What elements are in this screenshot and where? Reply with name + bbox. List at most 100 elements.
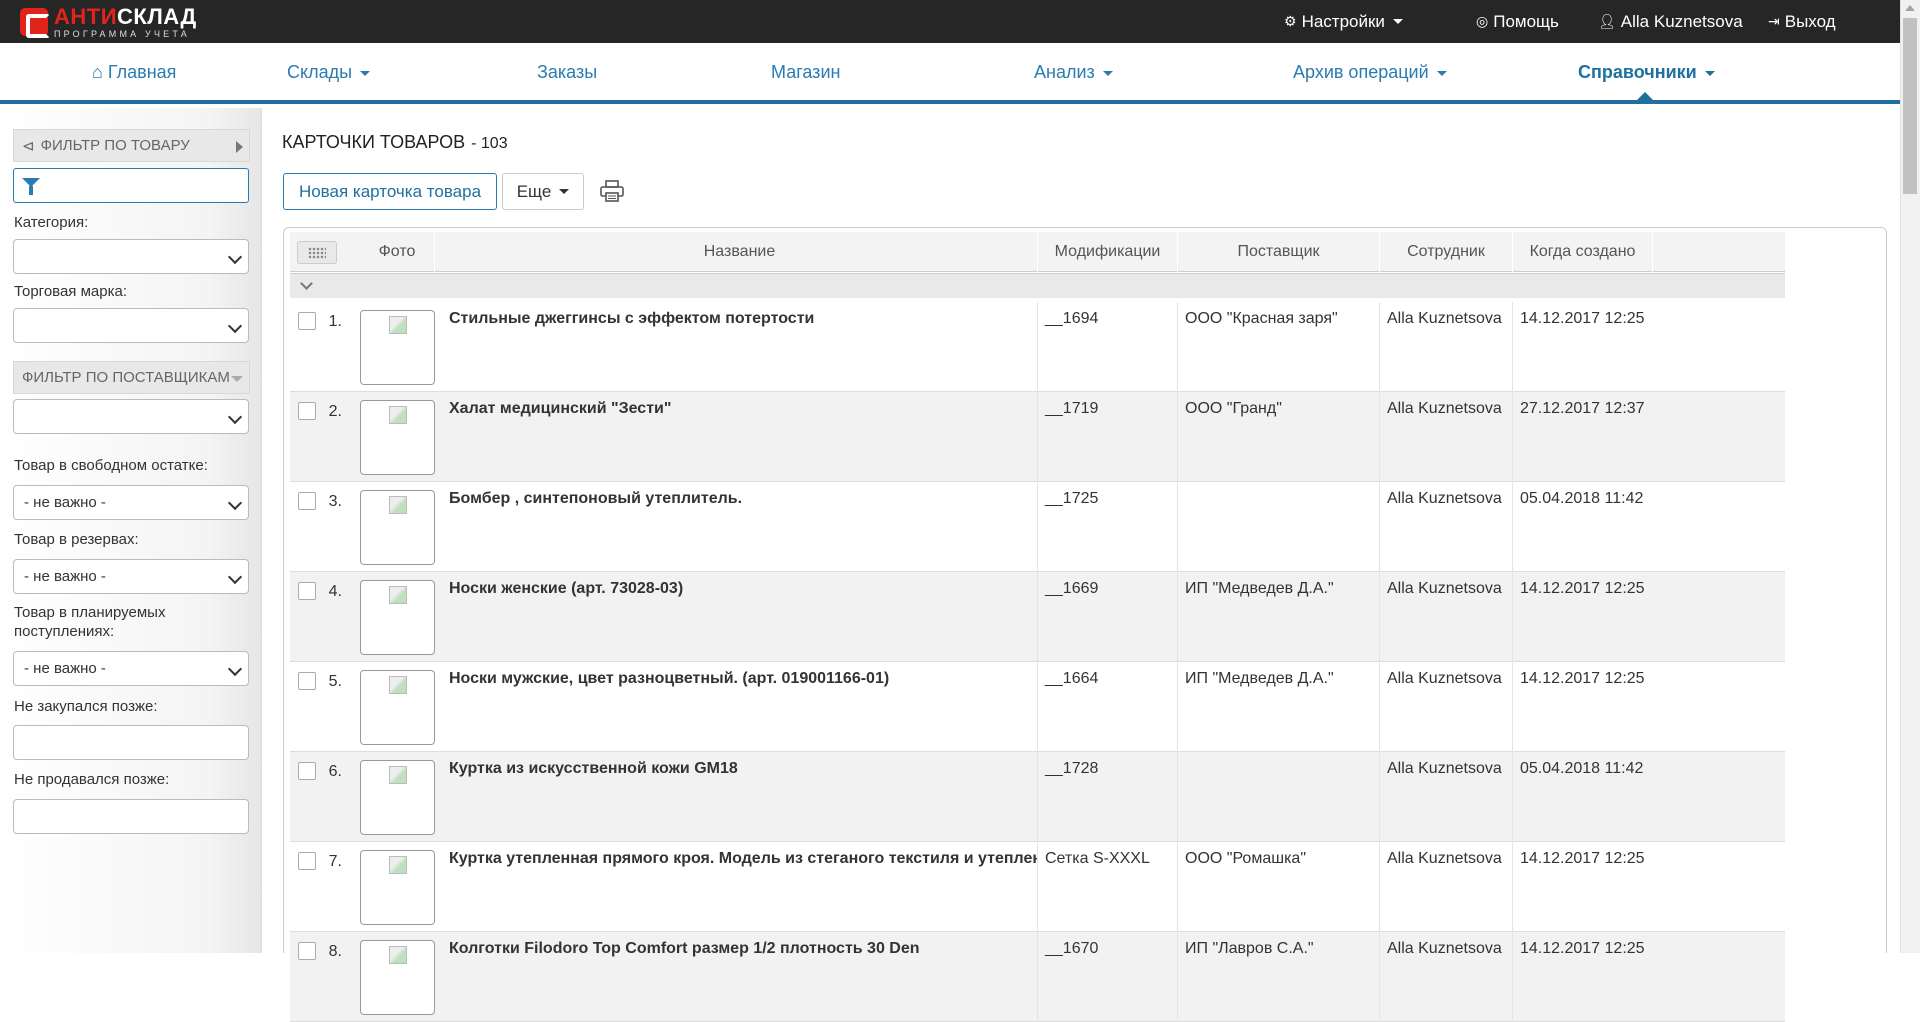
product-modifications: __1725 [1038, 482, 1178, 572]
row-checkbox[interactable] [298, 582, 316, 600]
not-sold-label: Не продавался позже: [14, 771, 170, 788]
row-checkbox[interactable] [298, 852, 316, 870]
nav-shop[interactable]: Магазин [771, 62, 840, 83]
nav-references[interactable]: Справочники [1578, 62, 1715, 83]
nav-home[interactable]: ⌂ Главная [92, 62, 176, 83]
free-stock-label: Товар в свободном остатке: [14, 457, 208, 474]
product-modifications: __1694 [1038, 302, 1178, 392]
column-employee[interactable]: Сотрудник [1380, 232, 1513, 272]
caret-down-icon [360, 70, 371, 76]
product-name[interactable]: Колготки Filodoro Top Comfort размер 1/2… [442, 932, 1038, 1022]
table-row[interactable]: 5. Носки мужские, цвет разноцветный. (арт… [290, 662, 1785, 752]
print-icon[interactable] [600, 180, 624, 202]
brand-logo[interactable]: АНТИСКЛАД ПРОГРАММА УЧЕТА [20, 3, 197, 38]
product-filter-header[interactable]: ⊲ ФИЛЬТР ПО ТОВАРУ [13, 129, 250, 162]
scrollbar-thumb[interactable] [1903, 18, 1917, 194]
product-supplier: ООО "Ромашка" [1178, 842, 1380, 932]
column-supplier[interactable]: Поставщик [1178, 232, 1380, 272]
product-created: 05.04.2018 11:42 [1520, 490, 1644, 507]
product-photo[interactable] [360, 400, 435, 475]
row-checkbox[interactable] [298, 492, 316, 510]
table-row[interactable]: 1. Стильные джеггинсы с эффектом потертос… [290, 302, 1785, 392]
product-name[interactable]: Куртка из искусственной кожи GM18 [442, 752, 1038, 842]
column-name[interactable]: Название [442, 232, 1038, 272]
product-created: 05.04.2018 11:42 [1520, 760, 1644, 777]
product-photo[interactable] [360, 760, 435, 835]
column-chooser-icon[interactable] [297, 241, 337, 264]
product-filter-input[interactable] [13, 168, 249, 203]
row-checkbox[interactable] [298, 672, 316, 690]
table-row[interactable]: 2. Халат медицинский "Зести" __1719 ООО "Гр… [290, 392, 1785, 482]
column-photo[interactable]: Фото [360, 232, 435, 272]
collapse-icon [231, 376, 243, 382]
help-link[interactable]: ◎ Помощь [1476, 0, 1559, 43]
more-dropdown-button[interactable]: Еще [502, 173, 584, 210]
product-created: 14.12.2017 12:25 [1520, 580, 1645, 597]
settings-label: Настройки [1301, 11, 1385, 31]
supplier-select[interactable] [13, 399, 249, 434]
chevron-down-icon [300, 277, 313, 290]
nav-analysis[interactable]: Анализ [1034, 62, 1113, 83]
item-count: - 103 [471, 135, 508, 152]
not-sold-date-input[interactable] [13, 799, 249, 834]
caret-down-icon [1392, 19, 1403, 24]
user-icon: 👤︎ [1598, 13, 1616, 29]
table-row[interactable]: 8. Колготки Filodoro Top Comfort размер 1… [290, 932, 1785, 1022]
product-name[interactable]: Халат медицинский "Зести" [442, 392, 1038, 482]
row-number: 1. [328, 313, 342, 330]
free-stock-select[interactable]: - не важно - [13, 485, 249, 520]
reserve-select[interactable]: - не важно - [13, 559, 249, 594]
row-checkbox[interactable] [298, 402, 316, 420]
brand-label: Торговая марка: [14, 283, 127, 300]
row-checkbox[interactable] [298, 942, 316, 960]
brand-select[interactable] [13, 308, 249, 343]
logo-mark-icon [20, 8, 50, 38]
caret-down-icon [1102, 70, 1113, 76]
product-created: 14.12.2017 12:25 [1520, 940, 1645, 957]
table-row[interactable]: 3. Бомбер , синтепоновый утеплитель. __172… [290, 482, 1785, 572]
user-menu[interactable]: 👤︎ Alla Kuznetsova [1598, 0, 1743, 43]
row-checkbox[interactable] [298, 312, 316, 330]
row-number: 2. [328, 403, 342, 420]
product-supplier: ИП "Медведев Д.А." [1178, 572, 1380, 662]
column-created[interactable]: Когда создано [1513, 232, 1653, 272]
product-photo[interactable] [360, 940, 435, 1015]
supplier-filter-header[interactable]: ФИЛЬТР ПО ПОСТАВЩИКАМ [13, 361, 250, 394]
brand-name: АНТИСКЛАД [54, 3, 197, 29]
group-toggle-row[interactable] [290, 273, 1785, 298]
nav-orders[interactable]: Заказы [537, 62, 597, 83]
product-name[interactable]: Куртка утепленная прямого кроя. Модель и… [442, 842, 1038, 932]
product-supplier: ООО "Гранд" [1178, 392, 1380, 482]
new-product-card-button[interactable]: Новая карточка товара [283, 173, 497, 210]
category-label: Категория: [14, 214, 89, 231]
product-employee: Alla Kuznetsova [1380, 482, 1513, 572]
product-photo[interactable] [360, 490, 435, 565]
reserve-label: Товар в резервах: [14, 531, 139, 548]
scroll-up-icon[interactable] [1905, 5, 1915, 11]
nav-operations-archive[interactable]: Архив операций [1293, 62, 1447, 83]
product-name[interactable]: Носки мужские, цвет разноцветный. (арт. … [442, 662, 1038, 752]
planned-select[interactable]: - не важно - [13, 651, 249, 686]
product-photo[interactable] [360, 580, 435, 655]
row-number: 8. [328, 943, 342, 960]
product-photo[interactable] [360, 850, 435, 925]
product-photo[interactable] [360, 670, 435, 745]
not-bought-date-input[interactable] [13, 725, 249, 760]
category-select[interactable] [13, 239, 249, 274]
table-row[interactable]: 7. Куртка утепленная прямого кроя. Модель… [290, 842, 1785, 932]
settings-menu[interactable]: ⚙ Настройки [1284, 0, 1403, 43]
product-name[interactable]: Носки женские (арт. 73028-03) [442, 572, 1038, 662]
product-supplier [1178, 482, 1380, 572]
lifebuoy-icon: ◎ [1476, 13, 1489, 29]
product-name[interactable]: Стильные джеггинсы с эффектом потертости [442, 302, 1038, 392]
table-row[interactable]: 4. Носки женские (арт. 73028-03) __1669 ИП … [290, 572, 1785, 662]
product-photo[interactable] [360, 310, 435, 385]
table-row[interactable]: 6. Куртка из искусственной кожи GM18 __172… [290, 752, 1785, 842]
logout-link[interactable]: ⇥ Выход [1768, 0, 1836, 43]
row-number: 6. [328, 763, 342, 780]
product-name[interactable]: Бомбер , синтепоновый утеплитель. [442, 482, 1038, 572]
row-checkbox[interactable] [298, 762, 316, 780]
column-modifications[interactable]: Модификации [1038, 232, 1178, 272]
nav-warehouses[interactable]: Склады [287, 62, 371, 83]
product-supplier [1178, 752, 1380, 842]
